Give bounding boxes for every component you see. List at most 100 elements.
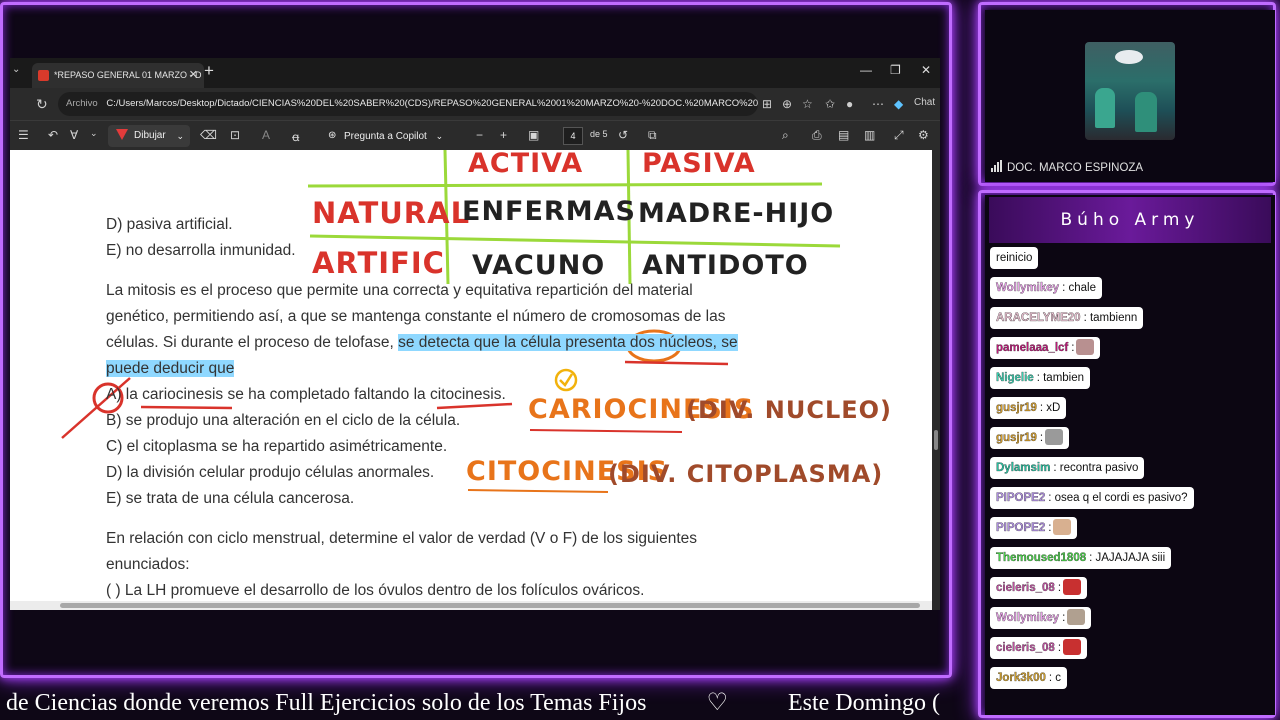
question-mitosis-line-1: La mitosis es el proceso que permite una… <box>106 282 693 299</box>
vertical-scrollbar[interactable] <box>932 150 940 610</box>
option-d: D) la división celular produjo células a… <box>106 464 435 481</box>
read-aloud-text-icon[interactable]: ꬰ <box>292 128 299 145</box>
fit-page-icon[interactable]: ▣ <box>528 128 539 142</box>
chat-message: Wollymikey: <box>990 607 1092 629</box>
fullscreen-icon[interactable]: ⤢ <box>894 128 904 143</box>
chat-message: Dylamsim: recontra pasivo <box>990 457 1145 479</box>
vertical-scroll-thumb[interactable] <box>934 430 938 450</box>
highlighted-text-2: puede deducir que <box>106 360 235 377</box>
profile-icon[interactable]: ● <box>846 97 853 111</box>
chat-username[interactable]: Nigelie <box>996 372 1034 384</box>
undo-icon[interactable]: ↶ <box>48 128 58 142</box>
chat-button[interactable]: Chat <box>914 97 935 108</box>
chat-username[interactable]: pamelaaa_lcf <box>996 342 1069 354</box>
chat-message: PIPOPE2: osea q el cordi es pasivo? <box>990 487 1194 509</box>
settings-icon[interactable]: ⚙ <box>918 128 929 142</box>
address-bar[interactable]: Archivo C:/Users/Marcos/Desktop/Dictado/… <box>58 92 758 116</box>
close-tab-icon[interactable]: ✕ <box>189 63 198 88</box>
emote-icon <box>1063 639 1082 655</box>
chat-username[interactable]: Themoused1808 <box>996 552 1086 564</box>
favorites-list-icon[interactable]: ✩ <box>825 97 835 111</box>
save-as-icon[interactable]: ▥ <box>864 128 875 142</box>
hw-antidoto: ANTIDOTO <box>642 250 809 281</box>
question-menstrual-line-3: ( ) La LH promueve el desarrollo de los … <box>106 582 645 599</box>
favorite-icon[interactable]: ☆ <box>802 97 813 111</box>
horizontal-scrollbar[interactable] <box>10 601 932 610</box>
contents-icon[interactable]: ☰ <box>18 128 29 142</box>
chat-text: reinicio <box>996 252 1033 264</box>
surgeon-figure <box>1095 88 1115 128</box>
chat-message: cieleris_08: <box>990 637 1088 659</box>
new-tab-icon[interactable]: + <box>204 61 214 81</box>
surgery-light <box>1115 50 1143 64</box>
webcam-video <box>1085 42 1175 140</box>
text-icon[interactable]: A <box>262 128 270 142</box>
chat-message: ARACELYME20: tambienn <box>990 307 1144 329</box>
draw-button[interactable]: Dibujar ⌄ <box>108 125 190 147</box>
hw-vacuno: VACUNO <box>472 250 606 281</box>
chat-username[interactable]: cieleris_08 <box>996 582 1055 594</box>
chat-username[interactable]: Dylamsim <box>996 462 1051 474</box>
ticker-text: n de Ciencias donde veremos Full Ejercic… <box>0 690 940 716</box>
tab-title: *REPASO GENERAL 01 MARZO - D <box>54 70 202 80</box>
minimize-icon[interactable]: — <box>860 63 872 77</box>
print-icon[interactable]: ⎙ <box>812 128 822 143</box>
close-window-icon[interactable]: ✕ <box>921 63 931 77</box>
chat-username[interactable]: gusjr19 <box>996 432 1037 444</box>
pen-icon <box>116 129 128 141</box>
zoom-out-icon[interactable]: − <box>476 128 483 142</box>
option-e: E) se trata de una célula cancerosa. <box>106 490 355 507</box>
reload-icon[interactable]: ↻ <box>36 96 48 113</box>
chat-text: : c <box>1048 672 1062 684</box>
rotate-icon[interactable]: ↺ <box>618 128 628 142</box>
emote-icon <box>1063 579 1082 595</box>
chat-message: Wollymikey: chale <box>990 277 1102 299</box>
chat-text: : chale <box>1062 282 1096 294</box>
stream-overlay: ⌄ *REPASO GENERAL 01 MARZO - D ✕ + — ❐ ✕… <box>0 0 1280 720</box>
page-view-icon[interactable]: ⧉ <box>648 128 657 143</box>
eraser-icon[interactable]: ⌫ <box>200 128 217 142</box>
chat-text: : <box>1071 342 1075 354</box>
chat-username[interactable]: ARACELYME20 <box>996 312 1081 324</box>
tab-pdf[interactable]: *REPASO GENERAL 01 MARZO - D ✕ <box>32 63 204 88</box>
chat-username[interactable]: Wollymikey <box>996 282 1059 294</box>
search-icon[interactable]: ⌕ <box>782 128 789 143</box>
draw-chevron-icon: ⌄ <box>176 131 184 141</box>
hw-div-nucleo: (DIV. NUCLEO) <box>686 396 893 424</box>
highlight-chevron-icon[interactable]: ⌄ <box>90 128 98 139</box>
more-icon[interactable]: ⋯ <box>872 97 884 111</box>
chat-text: : osea q el cordi es pasivo? <box>1048 492 1188 504</box>
chat-text: : <box>1057 582 1062 594</box>
restore-icon[interactable]: ❐ <box>890 63 901 77</box>
hw-artific: ARTIFIC <box>312 246 445 280</box>
ask-copilot-button[interactable]: ⊛ Pregunta a Copilot ⌄ <box>328 125 443 147</box>
chat-username[interactable]: PIPOPE2 <box>996 522 1046 534</box>
chat-username[interactable]: Wollymikey <box>996 612 1059 624</box>
chat-username[interactable]: gusjr19 <box>996 402 1037 414</box>
horizontal-scroll-thumb[interactable] <box>60 603 920 608</box>
tab-list-chevron-icon[interactable]: ⌄ <box>12 64 20 75</box>
chat-username[interactable]: cieleris_08 <box>996 642 1055 654</box>
option-e-prev: E) no desarrolla inmunidad. <box>106 242 296 259</box>
question-mitosis-line-2: genético, permitiendo así, a que se mant… <box>106 308 726 325</box>
copilot-small-icon: ⊛ <box>328 130 337 141</box>
chat-username[interactable]: Jork3k00 <box>996 672 1046 684</box>
news-ticker: n de Ciencias donde veremos Full Ejercic… <box>0 686 950 720</box>
copilot-label: Pregunta a Copilot <box>344 131 427 142</box>
highlighted-text: se detecta que la célula presenta dos nú… <box>398 334 738 351</box>
zoom-icon[interactable]: ⊕ <box>782 97 792 111</box>
highlight-icon[interactable]: ∀ <box>70 128 78 142</box>
chat-username[interactable]: PIPOPE2 <box>996 492 1046 504</box>
page-number-input[interactable]: 4 <box>563 127 583 145</box>
option-b: B) se produjo una alteración en el ciclo… <box>106 412 461 429</box>
chat-text: : <box>1048 522 1052 534</box>
save-icon[interactable]: ▤ <box>838 128 849 142</box>
read-aloud-icon[interactable]: ⊞ <box>762 97 772 111</box>
zoom-in-icon[interactable]: + <box>500 128 507 142</box>
copilot-icon[interactable]: ◆ <box>894 97 903 111</box>
chat-text: : recontra pasivo <box>1053 462 1139 474</box>
pdf-toolbar: ☰ ↶ ∀ ⌄ Dibujar ⌄ ⌫ ⊡ A ꬰ ⊛ Pregunta a C… <box>10 120 940 150</box>
copilot-chevron-icon: ⌄ <box>435 131 444 141</box>
text-box-icon[interactable]: ⊡ <box>230 128 240 142</box>
url-text: C:/Users/Marcos/Desktop/Dictado/CIENCIAS… <box>106 98 758 109</box>
